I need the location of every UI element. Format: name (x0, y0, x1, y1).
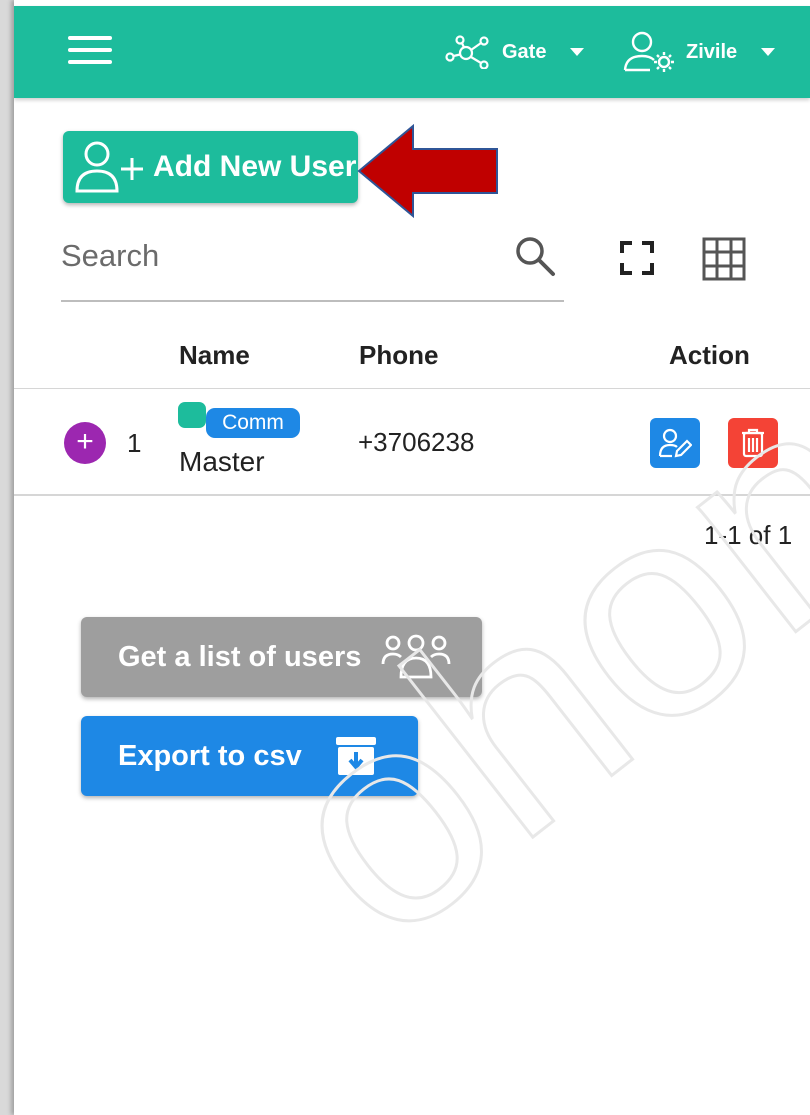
pagination-info: 1-1 of 1 (704, 520, 793, 550)
get-list-of-users-button[interactable]: Get a list of users (81, 617, 482, 697)
search-input[interactable] (61, 236, 491, 276)
grid-icon[interactable] (701, 236, 747, 282)
fullscreen-icon[interactable] (619, 240, 655, 276)
add-new-user-button[interactable]: Add New User (63, 131, 358, 203)
column-header-action: Action (669, 340, 750, 370)
app-bar: Gate Zivile (14, 6, 810, 98)
divider (14, 494, 810, 496)
search-icon[interactable] (513, 234, 557, 278)
user-edit-icon (658, 428, 692, 458)
status-indicator (178, 402, 206, 428)
user-menu[interactable]: Zivile (622, 31, 776, 72)
tag-badge: Comm (206, 408, 300, 438)
get-list-label: Get a list of users (118, 640, 362, 673)
user-gear-icon (623, 31, 674, 72)
chevron-down-icon (570, 48, 585, 56)
users-group-icon (381, 634, 451, 679)
row-index: 1 (127, 428, 142, 458)
search-field (61, 230, 564, 302)
annotation-arrow-icon (357, 124, 498, 219)
menu-bar-line (68, 60, 112, 64)
user-label: Zivile (686, 40, 738, 63)
archive-download-icon (335, 737, 376, 775)
column-header-name[interactable]: Name (179, 340, 250, 371)
user-phone: +3706238 (358, 427, 475, 457)
user-name: Master (179, 446, 265, 477)
divider (14, 388, 810, 389)
expand-row-button[interactable]: + (64, 422, 106, 464)
gate-selector[interactable]: Gate (444, 32, 585, 72)
export-csv-label: Export to csv (118, 739, 302, 772)
menu-bar-line (68, 36, 112, 40)
export-csv-button[interactable]: Export to csv (81, 716, 418, 796)
app-frame: Gate Zivile Add New User Search Name Pho… (14, 0, 810, 1115)
column-header-phone[interactable]: Phone (359, 340, 438, 371)
delete-user-button[interactable] (728, 418, 778, 468)
edit-user-button[interactable] (650, 418, 700, 468)
menu-button[interactable] (68, 36, 112, 68)
menu-bar-line (68, 48, 112, 52)
trash-icon (742, 428, 764, 458)
user-plus-icon (75, 141, 143, 193)
add-new-user-label: Add New User (153, 150, 357, 183)
network-nodes-icon (445, 35, 489, 69)
chevron-down-icon (761, 48, 776, 56)
gate-label: Gate (502, 40, 547, 63)
